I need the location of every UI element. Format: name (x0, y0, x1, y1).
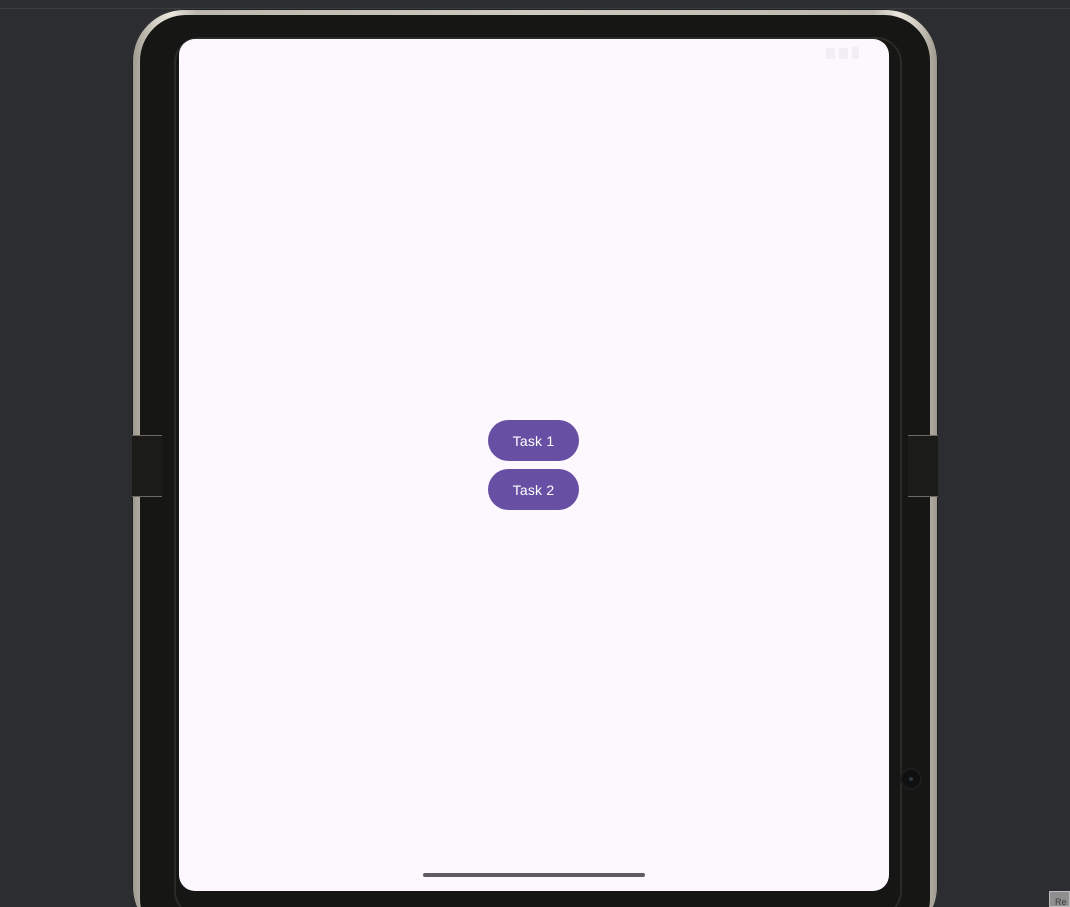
battery-icon (852, 47, 859, 59)
front-camera-icon (902, 770, 920, 788)
wifi-icon (839, 47, 848, 59)
device-screen: 9:00 Task 1 Task 2 (179, 39, 889, 891)
status-time: 9:00 (195, 46, 219, 60)
status-bar: 9:00 (179, 39, 889, 67)
signal-icon (826, 47, 835, 59)
task-1-button[interactable]: Task 1 (488, 420, 579, 461)
gesture-navigation-handle[interactable] (423, 873, 645, 877)
hinge-right (908, 435, 938, 497)
task-2-button[interactable]: Task 2 (488, 469, 579, 510)
status-icons (826, 47, 859, 59)
task-button-group: Task 1 Task 2 (488, 420, 580, 510)
hinge-left (132, 435, 162, 497)
emulator-workspace: 9:00 Task 1 Task 2 Re (0, 0, 1070, 907)
corner-widget[interactable]: Re (1049, 891, 1070, 907)
